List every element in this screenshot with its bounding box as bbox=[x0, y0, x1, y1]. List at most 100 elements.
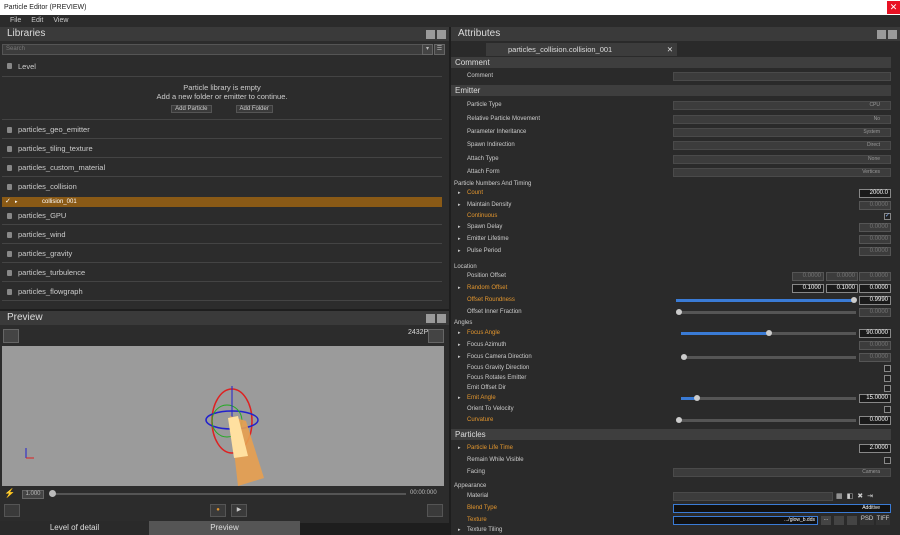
library-item[interactable]: particles_GPU bbox=[2, 207, 442, 225]
focus-angle-input[interactable]: 90.0000 bbox=[859, 329, 891, 338]
spawn-indirection-select[interactable]: Direct bbox=[673, 141, 891, 150]
emit-angle-slider[interactable] bbox=[681, 395, 856, 401]
life-time-input[interactable]: 2.0000 bbox=[859, 444, 891, 453]
lightning-icon[interactable]: ⚡ bbox=[4, 488, 15, 499]
dock-icon[interactable] bbox=[426, 30, 435, 39]
offset-roundness-input[interactable]: 0.9990 bbox=[859, 296, 891, 305]
preview-viewport[interactable] bbox=[2, 346, 444, 486]
expand-arrow-icon[interactable]: ▸ bbox=[458, 443, 461, 454]
tab-preview[interactable]: Preview bbox=[149, 521, 300, 535]
blend-type-select[interactable]: Additive bbox=[673, 504, 891, 513]
attach-type-select[interactable]: None bbox=[673, 155, 891, 164]
expand-arrow-icon[interactable]: ▸ bbox=[458, 222, 461, 233]
search-options-icon[interactable]: ▾ bbox=[422, 44, 433, 55]
close-button[interactable]: ✕ bbox=[887, 1, 900, 14]
focus-gravity-checkbox[interactable] bbox=[884, 365, 891, 372]
browse-icon[interactable]: ... bbox=[821, 516, 831, 525]
expand-arrow-icon[interactable]: ▸ bbox=[458, 328, 461, 339]
camera-icon[interactable] bbox=[3, 329, 19, 343]
emitter-lifetime-input[interactable]: 0.0000 bbox=[859, 235, 891, 244]
timeline-handle[interactable] bbox=[49, 490, 56, 497]
expand-arrow-icon[interactable]: ▸ bbox=[458, 200, 461, 211]
material-input[interactable] bbox=[673, 492, 833, 501]
dock-icon[interactable] bbox=[877, 30, 886, 39]
timeline-track[interactable] bbox=[52, 493, 406, 495]
dock-icon[interactable] bbox=[426, 314, 435, 323]
random-offset-x[interactable]: 0.1000 bbox=[792, 284, 824, 293]
position-offset-z[interactable]: 0.0000 bbox=[859, 272, 891, 281]
focus-azimuth-input[interactable]: 0.0000 bbox=[859, 341, 891, 350]
material-actions-icon[interactable]: ▦◧✖⇥ bbox=[836, 492, 890, 501]
section-comment[interactable]: Comment bbox=[451, 57, 891, 68]
focus-camera-input[interactable]: 0.0000 bbox=[859, 353, 891, 362]
comment-input[interactable] bbox=[673, 72, 891, 81]
orient-velocity-checkbox[interactable] bbox=[884, 406, 891, 413]
add-folder-button[interactable]: Add Folder bbox=[235, 105, 273, 113]
expand-arrow-icon[interactable]: ▸ bbox=[458, 188, 461, 199]
library-item[interactable]: particles_custom_material bbox=[2, 159, 442, 177]
random-offset-z[interactable]: 0.0000 bbox=[859, 284, 891, 293]
curvature-input[interactable]: 0.0000 bbox=[859, 416, 891, 425]
section-emitter[interactable]: Emitter bbox=[451, 85, 891, 96]
library-item[interactable]: particles_collision bbox=[2, 178, 442, 196]
remain-visible-checkbox[interactable] bbox=[884, 457, 891, 464]
expand-arrow-icon[interactable]: ▸ bbox=[458, 340, 461, 351]
expand-arrow-icon[interactable]: ▸ bbox=[15, 197, 18, 207]
expand-arrow-icon[interactable]: ▸ bbox=[458, 352, 461, 363]
tab-level-of-detail[interactable]: Level of detail bbox=[0, 521, 149, 535]
grid-icon[interactable] bbox=[834, 516, 844, 525]
library-item[interactable]: particles_flowgraph bbox=[2, 283, 442, 301]
library-item[interactable]: particles_wind bbox=[2, 226, 442, 244]
particle-type-select[interactable]: CPU bbox=[673, 101, 891, 110]
emit-offset-checkbox[interactable] bbox=[884, 385, 891, 392]
texture-input[interactable]: .../glow_b.dds bbox=[673, 516, 818, 525]
attach-form-select[interactable]: Vertices bbox=[673, 168, 891, 177]
spawn-delay-input[interactable]: 0.0000 bbox=[859, 223, 891, 232]
parameter-inheritance-select[interactable]: System bbox=[673, 128, 891, 137]
psd-button[interactable]: PSD bbox=[860, 516, 874, 525]
speed-input[interactable]: 1.000 bbox=[22, 490, 44, 499]
library-menu-icon[interactable]: ☰ bbox=[434, 44, 445, 55]
step-icon[interactable]: ▶ bbox=[231, 504, 247, 517]
random-offset-y[interactable]: 0.1000 bbox=[826, 284, 858, 293]
preview-settings-icon[interactable] bbox=[428, 329, 444, 343]
stop-icon[interactable]: ● bbox=[210, 504, 226, 517]
menu-file[interactable]: File bbox=[10, 15, 21, 27]
position-offset-x[interactable]: 0.0000 bbox=[792, 272, 824, 281]
expand-arrow-icon[interactable]: ▸ bbox=[458, 526, 461, 535]
focus-angle-slider[interactable] bbox=[681, 330, 856, 336]
inner-fraction-slider[interactable] bbox=[676, 309, 856, 315]
tab-close-icon[interactable]: ✕ bbox=[667, 43, 673, 56]
library-item[interactable]: particles_gravity bbox=[2, 245, 442, 263]
panel-close-icon[interactable] bbox=[888, 30, 897, 39]
relative-movement-select[interactable]: No bbox=[673, 115, 891, 124]
facing-select[interactable]: Camera bbox=[673, 468, 891, 477]
tiff-button[interactable]: TIFF bbox=[876, 516, 890, 525]
inner-fraction-input[interactable]: 0.0000 bbox=[859, 308, 891, 317]
library-item[interactable]: particles_turbulence bbox=[2, 264, 442, 282]
panel-close-icon[interactable] bbox=[437, 30, 446, 39]
library-item[interactable]: particles_tiling_texture bbox=[2, 140, 442, 158]
clear-icon[interactable] bbox=[847, 516, 857, 525]
pulse-period-input[interactable]: 0.0000 bbox=[859, 247, 891, 256]
expand-arrow-icon[interactable]: ▸ bbox=[458, 283, 461, 294]
focus-camera-slider[interactable] bbox=[681, 354, 856, 360]
expand-arrow-icon[interactable]: ▸ bbox=[458, 246, 461, 257]
library-item[interactable]: particles_geo_emitter bbox=[2, 121, 442, 139]
count-input[interactable]: 2000.0 bbox=[859, 189, 891, 198]
expand-arrow-icon[interactable]: ▸ bbox=[458, 393, 461, 404]
maintain-density-input[interactable]: 0.0000 bbox=[859, 201, 891, 210]
offset-roundness-slider[interactable] bbox=[676, 297, 857, 303]
search-input[interactable]: Search bbox=[2, 44, 430, 55]
emit-angle-input[interactable]: 15.0000 bbox=[859, 394, 891, 403]
selected-emitter-row[interactable]: ✓ ▸ collision_001 bbox=[2, 197, 442, 207]
add-particle-button[interactable]: Add Particle bbox=[171, 105, 212, 113]
focus-rotates-checkbox[interactable] bbox=[884, 375, 891, 382]
menu-edit[interactable]: Edit bbox=[31, 15, 43, 27]
panel-close-icon[interactable] bbox=[437, 314, 446, 323]
expand-arrow-icon[interactable]: ▸ bbox=[458, 234, 461, 245]
level-row[interactable]: Level bbox=[2, 57, 442, 77]
curvature-slider[interactable] bbox=[676, 417, 856, 423]
position-offset-y[interactable]: 0.0000 bbox=[826, 272, 858, 281]
document-tab[interactable]: particles_collision.collision_001 ✕ bbox=[486, 43, 677, 56]
